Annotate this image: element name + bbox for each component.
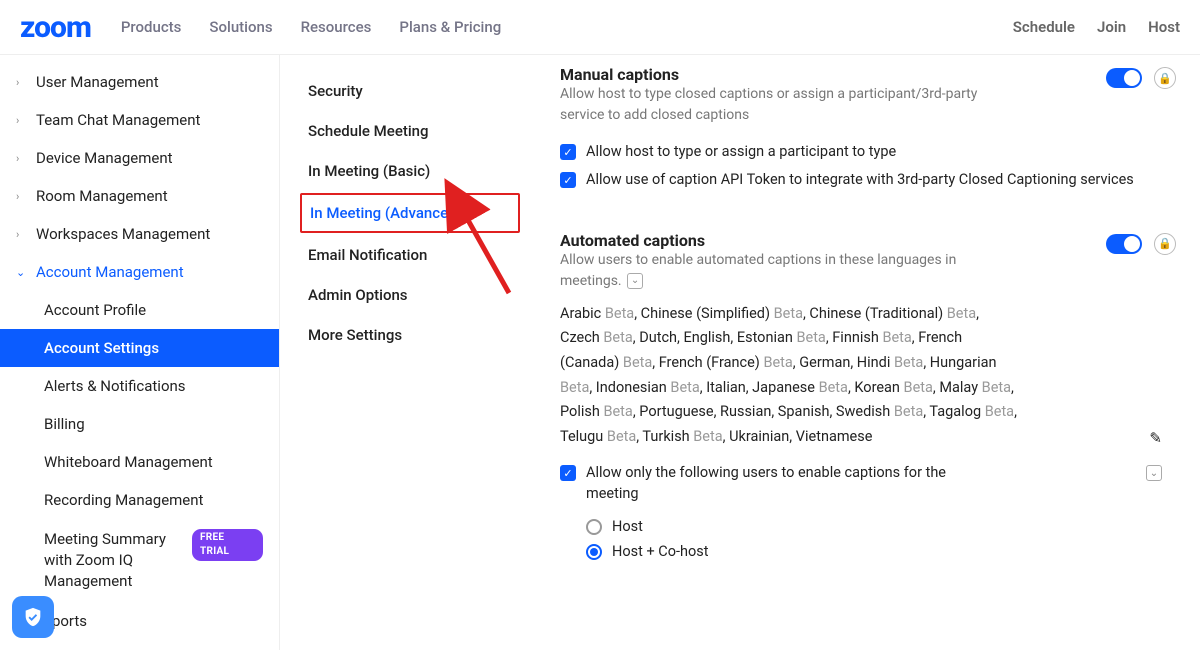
toggle-manual-captions[interactable] [1106, 68, 1142, 88]
chevron-icon: › [16, 228, 30, 241]
lock-icon[interactable]: 🔒 [1154, 233, 1176, 255]
checkbox-label: Allow only the following users to enable… [586, 463, 966, 504]
checkbox-row[interactable]: ✓ Allow use of caption API Token to integ… [560, 166, 1176, 194]
radio-label: Host [612, 518, 643, 535]
nav-solutions[interactable]: Solutions [209, 18, 272, 36]
info-icon[interactable]: ⌄ [1146, 465, 1162, 481]
nav-schedule[interactable]: Schedule [1013, 18, 1075, 36]
sidebar-item-user-management[interactable]: › User Management [0, 63, 279, 101]
radio-icon [586, 519, 602, 535]
radio-host[interactable]: Host [586, 514, 1176, 539]
sidebar-item-label: Whiteboard Management [44, 453, 213, 471]
sidebar-item-label: Billing [44, 415, 85, 433]
sidebar-sub-billing[interactable]: Billing [0, 405, 279, 443]
nav-products[interactable]: Products [121, 18, 182, 36]
checkmark-icon: ✓ [560, 144, 576, 160]
sidebar-sub-recording-management[interactable]: Recording Management [0, 481, 279, 519]
section-desc: Allow host to type closed captions or as… [560, 84, 1000, 126]
sidebar-item-label: User Management [36, 73, 159, 91]
sidebar-sub-meeting-summary-with-zoom-iq-management[interactable]: Meeting Summary with Zoom IQ ManagementF… [0, 519, 279, 602]
checkmark-icon: ✓ [560, 465, 576, 481]
section-automated-captions: 🔒 Automated captions Allow users to enab… [560, 231, 1176, 564]
sidebar-item-label: Account Management [36, 263, 184, 281]
sidebar-item-label: Room Management [36, 187, 168, 205]
sidebar-item-device-management[interactable]: › Device Management [0, 139, 279, 177]
sidebar-item-account-management[interactable]: ⌄ Account Management [0, 253, 279, 291]
sidebar: › User Management › Team Chat Management › De… [0, 55, 280, 650]
sidebar-item-team-chat-management[interactable]: › Team Chat Management [0, 101, 279, 139]
sidebar-sub-whiteboard-management[interactable]: Whiteboard Management [0, 443, 279, 481]
radio-host-co-host[interactable]: Host + Co-host [586, 539, 1176, 564]
sidebar-item-label: Workspaces Management [36, 225, 210, 243]
sidebar-item-label: Account Settings [44, 339, 159, 357]
chevron-icon: ⌄ [16, 266, 30, 279]
sidebar-item-advanced[interactable]: ›Advanced [0, 640, 279, 650]
subnav-admin-options[interactable]: Admin Options [300, 277, 520, 313]
radio-icon [586, 544, 602, 560]
chevron-icon: › [16, 190, 30, 203]
radio-label: Host + Co-host [612, 543, 708, 560]
shield-icon[interactable] [12, 596, 54, 638]
nav-join[interactable]: Join [1097, 18, 1126, 36]
sidebar-item-label: Account Profile [44, 301, 146, 319]
sidebar-item-label: Recording Management [44, 491, 203, 509]
free-trial-badge: FREE TRIAL [192, 529, 263, 561]
sidebar-sub-account-profile[interactable]: Account Profile [0, 291, 279, 329]
section-manual-captions: 🔒 Manual captions Allow host to type clo… [560, 65, 1176, 195]
checkmark-icon: ✓ [560, 172, 576, 188]
subnav-more-settings[interactable]: More Settings [300, 317, 520, 353]
sidebar-sub-account-settings[interactable]: Account Settings [0, 329, 279, 367]
top-nav-right: Schedule Join Host [1013, 18, 1180, 36]
toggle-automated-captions[interactable] [1106, 234, 1142, 254]
nav-resources[interactable]: Resources [301, 18, 372, 36]
subnav-in-meeting-basic-[interactable]: In Meeting (Basic) [300, 153, 520, 189]
info-icon[interactable]: ⌄ [627, 273, 643, 289]
content: 🔒 Manual captions Allow host to type clo… [520, 55, 1200, 650]
sidebar-item-label: Device Management [36, 149, 173, 167]
chevron-icon: › [16, 114, 30, 127]
sidebar-sub-alerts-notifications[interactable]: Alerts & Notifications [0, 367, 279, 405]
sidebar-item-workspaces-management[interactable]: › Workspaces Management [0, 215, 279, 253]
section-title: Manual captions [560, 65, 1176, 84]
lock-icon[interactable]: 🔒 [1154, 67, 1176, 89]
chevron-icon: › [16, 76, 30, 89]
top-nav: zoom Products Solutions Resources Plans & P… [0, 0, 1200, 55]
subnav-security[interactable]: Security [300, 73, 520, 109]
sidebar-item-label: Meeting Summary with Zoom IQ Management [44, 529, 184, 592]
language-list: Arabic Beta, Chinese (Simplified) Beta, … [560, 302, 1020, 450]
nav-plans-pricing[interactable]: Plans & Pricing [399, 18, 501, 36]
section-title: Automated captions [560, 231, 1176, 250]
top-nav-left: Products Solutions Resources Plans & Pricin… [121, 18, 501, 36]
checkbox-row[interactable]: ✓ Allow host to type or assign a particip… [560, 138, 1176, 166]
settings-subnav: Security Schedule Meeting In Meeting (Basi… [280, 55, 520, 650]
edit-icon[interactable]: ✎ [1149, 429, 1162, 447]
nav-host[interactable]: Host [1148, 18, 1180, 36]
subnav-email-notification[interactable]: Email Notification [300, 237, 520, 273]
section-desc: Allow users to enable automated captions… [560, 250, 1000, 292]
sidebar-item-label: Team Chat Management [36, 111, 200, 129]
sidebar-item-room-management[interactable]: › Room Management [0, 177, 279, 215]
logo[interactable]: zoom [20, 10, 91, 45]
chevron-icon: › [16, 152, 30, 165]
checkbox-allow-only[interactable]: ✓ Allow only the following users to enab… [560, 459, 1176, 508]
subnav-in-meeting-advanced-[interactable]: In Meeting (Advanced) [300, 193, 520, 233]
checkbox-label: Allow use of caption API Token to integr… [586, 170, 1176, 190]
checkbox-label: Allow host to type or assign a participa… [586, 142, 1176, 162]
subnav-schedule-meeting[interactable]: Schedule Meeting [300, 113, 520, 149]
sidebar-item-label: Alerts & Notifications [44, 377, 186, 395]
